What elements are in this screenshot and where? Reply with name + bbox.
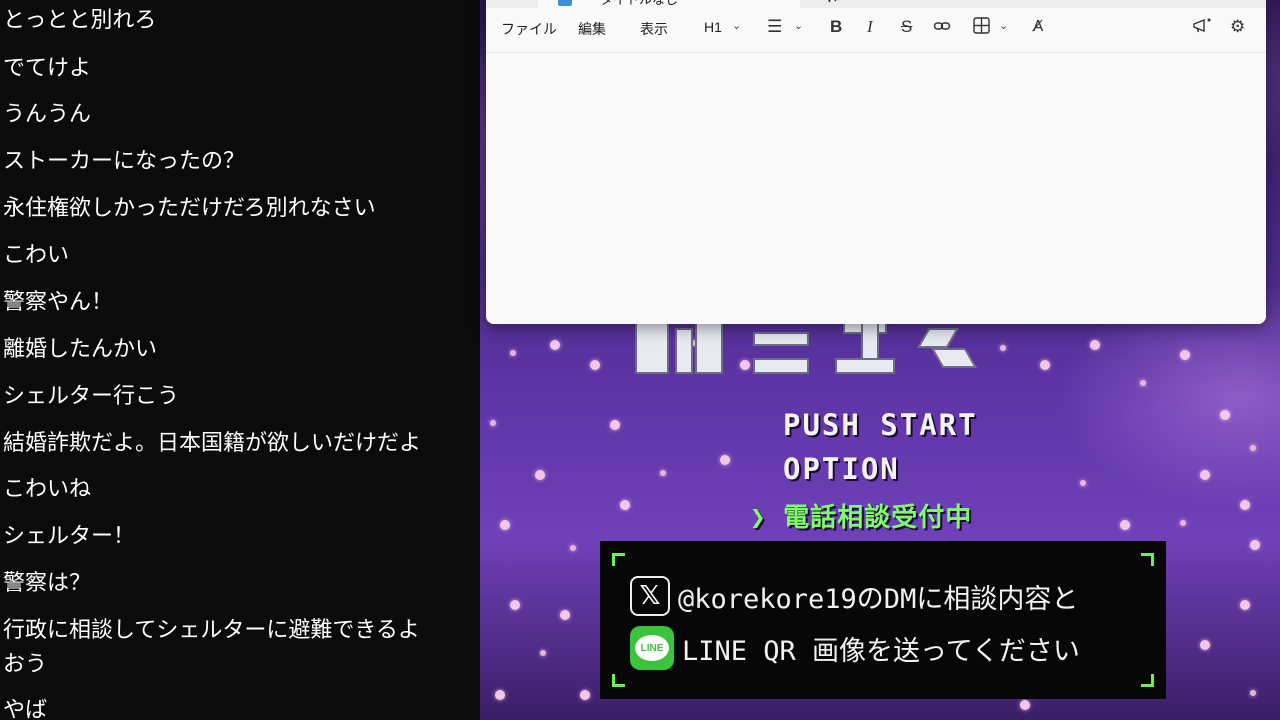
blossom-petal	[720, 455, 730, 465]
new-tab-button[interactable]: +	[822, 0, 837, 7]
chat-message: こわい	[3, 243, 70, 268]
line-icon-label: LINE	[635, 635, 669, 661]
text-editor-area[interactable]	[486, 53, 1266, 324]
push-start-option[interactable]: PUSH START	[783, 408, 978, 442]
blossom-petal	[1200, 470, 1210, 480]
blossom-petal	[1020, 700, 1030, 710]
chat-message: やば	[3, 698, 48, 720]
frame-corner	[612, 674, 625, 687]
menu-view[interactable]: 表示	[640, 19, 668, 39]
phone-consult-label: ❯ 電話相談受付中	[750, 503, 973, 533]
chevron-down-icon[interactable]: ⌄	[999, 19, 1008, 32]
notepad-icon	[558, 0, 572, 6]
strikethrough-icon[interactable]: S	[901, 17, 912, 37]
blossom-petal	[1200, 640, 1210, 650]
contact-info-box: 𝕏 @korekore19のDMに相談内容と LINE LINE QR 画像を送…	[600, 541, 1166, 699]
frame-corner	[1141, 553, 1154, 566]
chat-message: シェルター行こう	[3, 384, 180, 409]
chat-message: 警察は？	[3, 571, 92, 596]
menu-edit[interactable]: 編集	[578, 19, 606, 39]
x-logo-icon: 𝕏	[630, 576, 670, 616]
chat-message: おう	[3, 652, 48, 677]
tab-title: タイトルなし	[600, 0, 679, 8]
frame-corner	[1141, 674, 1154, 687]
blossom-petal	[490, 420, 496, 426]
blossom-petal	[570, 545, 576, 551]
list-icon[interactable]: ☰	[767, 17, 782, 37]
blossom-petal	[1180, 350, 1190, 360]
blossom-petal	[510, 600, 520, 610]
clear-format-icon[interactable]: A̸	[1033, 17, 1043, 35]
chat-message: 離婚したんかい	[3, 337, 158, 362]
blossom-petal	[1180, 520, 1186, 526]
chat-message: うんうん	[3, 102, 92, 127]
blossom-petal	[1040, 360, 1050, 370]
chevron-down-icon[interactable]: ⌄	[732, 19, 741, 32]
blossom-petal	[1240, 600, 1250, 610]
blossom-petal	[1120, 520, 1130, 530]
blossom-petal	[550, 340, 560, 350]
chat-message: でてけよ	[3, 56, 92, 81]
tab-untitled[interactable]: タイトルなし ×	[538, 0, 839, 8]
italic-icon[interactable]: I	[867, 17, 873, 37]
frame-corner	[612, 553, 625, 566]
blossom-petal	[510, 350, 516, 356]
notepad-window: タイトルなし × + ファイル 編集 表示 H1 ⌄ ☰ ⌄ B I S ⌄ A…	[486, 0, 1266, 324]
blossom-petal	[540, 650, 546, 656]
blossom-petal	[610, 420, 620, 430]
blossom-petal	[580, 690, 590, 700]
x-contact-text: @korekore19のDMに相談内容と	[678, 583, 1079, 615]
blossom-petal	[1000, 345, 1006, 351]
tab-bar: タイトルなし × +	[486, 0, 1266, 8]
blossom-petal	[500, 520, 510, 530]
line-contact-text: LINE QR 画像を送ってください	[682, 635, 1080, 667]
blossom-petal	[590, 360, 600, 370]
option-menu-item[interactable]: OPTION	[783, 452, 900, 486]
blossom-petal	[1080, 480, 1086, 486]
chat-message: 警察やん！	[3, 290, 114, 315]
chat-message: シェルター！	[3, 524, 136, 549]
chat-message: ストーカーになったの？	[3, 149, 246, 174]
toolbar: ファイル 編集 表示 H1 ⌄ ☰ ⌄ B I S ⌄ A̸ ⚙	[486, 8, 1266, 53]
chat-message: 行政に相談してシェルターに避難できるよ	[3, 618, 420, 643]
blossom-petal	[1250, 540, 1260, 550]
blossom-petal	[1090, 340, 1100, 350]
chat-message: 結婚詐欺だよ。日本国籍が欲しいだけだよ	[3, 431, 422, 456]
chat-message: とっとと別れろ	[3, 8, 157, 33]
chat-message: こわいね	[3, 477, 92, 502]
blossom-petal	[620, 500, 630, 510]
blossom-petal	[660, 470, 666, 476]
bold-icon[interactable]: B	[830, 17, 842, 37]
gear-icon[interactable]: ⚙	[1230, 17, 1245, 37]
blossom-petal	[1250, 445, 1256, 451]
menu-file[interactable]: ファイル	[501, 19, 557, 39]
blossom-petal	[1220, 410, 1230, 420]
table-icon[interactable]	[973, 17, 990, 39]
x-contact-row: 𝕏 @korekore19のDMに相談内容と	[630, 574, 1078, 618]
blossom-petal	[1240, 500, 1250, 510]
chat-message: 永住権欲しかっただけだろ別れなさい	[3, 196, 376, 221]
blossom-petal	[495, 690, 505, 700]
chat-panel: とっとと別れろ でてけよ うんうん ストーカーになったの？ 永住権欲しかっただけ…	[0, 0, 480, 720]
announcement-icon[interactable]	[1192, 17, 1212, 40]
link-icon[interactable]	[933, 17, 951, 40]
blossom-petal	[560, 610, 570, 620]
line-logo-icon: LINE	[630, 626, 674, 670]
line-contact-row: LINE LINE QR 画像を送ってください	[630, 626, 1080, 670]
game-logo	[635, 318, 977, 378]
blossom-petal	[535, 470, 545, 480]
blossom-petal	[1250, 690, 1256, 696]
blossom-petal	[1140, 380, 1146, 386]
chevron-down-icon[interactable]: ⌄	[794, 19, 803, 32]
heading-button[interactable]: H1	[704, 19, 722, 35]
